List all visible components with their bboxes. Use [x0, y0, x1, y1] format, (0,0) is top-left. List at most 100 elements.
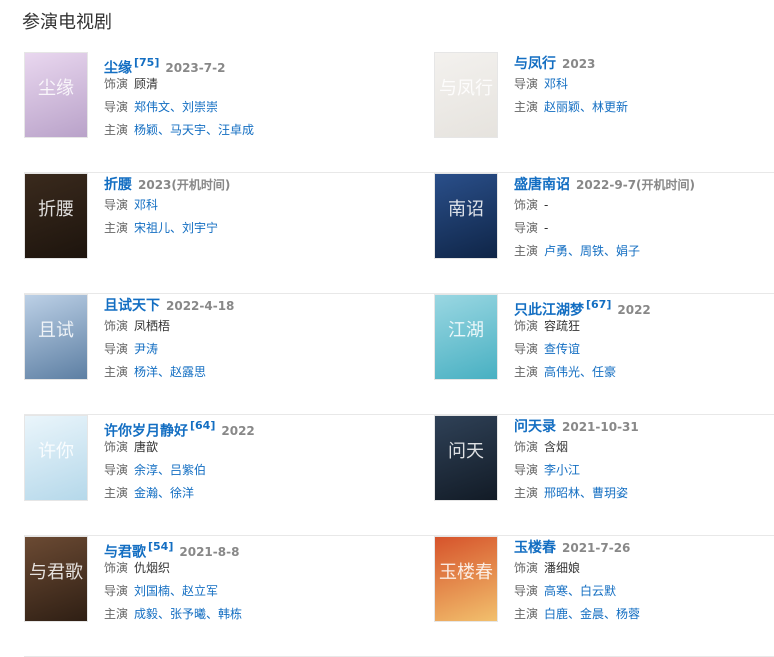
- cast-value[interactable]: 杨洋、赵露思: [134, 365, 206, 379]
- drama-title-link[interactable]: 且试天下: [104, 298, 160, 314]
- cast-value[interactable]: 高伟光、任豪: [544, 365, 616, 379]
- role-value: 容疏狂: [544, 319, 581, 333]
- drama-row: 与君歌 与君歌 [54] 2021-8-8 饰演 仇烟织 导演 刘国楠、赵立军 主演 成毅、张予曦…: [24, 536, 774, 657]
- director-value[interactable]: 查传谊: [544, 342, 580, 356]
- meta-label: 导演: [104, 463, 129, 477]
- drama-date: 2023: [562, 57, 596, 71]
- drama-info: 只此江湖梦 [67] 2022 饰演 容疏狂 导演 查传谊 主演 高伟光、任豪: [514, 294, 774, 384]
- director-value[interactable]: 尹涛: [134, 342, 158, 356]
- director-line: 导演 查传谊: [514, 338, 774, 361]
- poster-lettering: 尘缘: [38, 78, 74, 99]
- drama-title-line: 折腰 2023(开机时间): [104, 174, 404, 194]
- director-value[interactable]: 余淳、吕紫伯: [134, 463, 206, 477]
- director-value[interactable]: 李小江: [544, 463, 580, 477]
- citation-link[interactable]: [75]: [134, 56, 159, 69]
- meta-label: 导演: [104, 100, 129, 114]
- drama-card: 许你 许你岁月静好 [64] 2022 饰演 唐歆 导演 余淳、吕紫伯 主演 金瀚、徐洋: [24, 415, 354, 505]
- drama-card: 南诏 盛唐南诏 2022-9-7(开机时间) 饰演 - 导演 - 主演 卢勇、周铁、娟子: [434, 173, 764, 263]
- drama-poster[interactable]: 折腰: [24, 173, 88, 259]
- role-value: 顾清: [134, 77, 159, 91]
- poster-lettering: 江湖: [448, 320, 484, 341]
- poster-lettering: 与凤行: [439, 78, 493, 99]
- cast-value[interactable]: 成毅、张予曦、韩栋: [134, 607, 242, 621]
- poster-lettering: 且试: [38, 320, 74, 341]
- drama-info: 尘缘 [75] 2023-7-2 饰演 顾清 导演 郑伟文、刘崇崇 主演 杨颖、马天宇、汪卓成: [104, 52, 404, 142]
- role-line: 饰演 顾清: [104, 73, 404, 96]
- drama-row: 尘缘 尘缘 [75] 2023-7-2 饰演 顾清 导演 郑伟文、刘崇崇 主演 杨颖、马天宇、汪卓…: [24, 52, 774, 173]
- role-value: 凤栖梧: [134, 319, 171, 333]
- poster-lettering: 玉楼春: [439, 562, 493, 583]
- drama-poster[interactable]: 与君歌: [24, 536, 88, 622]
- cast-value[interactable]: 金瀚、徐洋: [134, 486, 194, 500]
- director-line: 导演 高寒、白云默: [514, 580, 774, 603]
- cast-value[interactable]: 邢昭林、曹玥姿: [544, 486, 628, 500]
- drama-poster[interactable]: 许你: [24, 415, 88, 501]
- drama-poster[interactable]: 江湖: [434, 294, 498, 380]
- drama-card: 折腰 折腰 2023(开机时间) 导演 邓科 主演 宋祖儿、刘宇宁: [24, 173, 354, 263]
- cast-line: 主演 白鹿、金晨、杨蓉: [514, 603, 774, 626]
- drama-info: 与凤行 2023 导演 邓科 主演 赵丽颖、林更新: [514, 52, 774, 119]
- meta-label: 饰演: [104, 440, 129, 454]
- drama-date: 2021-8-8: [179, 545, 240, 560]
- director-line: 导演 邓科: [514, 73, 774, 96]
- citation-link[interactable]: [54]: [148, 540, 173, 553]
- drama-poster[interactable]: 南诏: [434, 173, 498, 259]
- meta-label: 饰演: [514, 440, 539, 454]
- cast-line: 主演 成毅、张予曦、韩栋: [104, 603, 404, 626]
- drama-poster[interactable]: 且试: [24, 294, 88, 380]
- director-value[interactable]: 邓科: [134, 198, 158, 212]
- drama-title-link[interactable]: 玉楼春: [514, 540, 556, 556]
- director-value: -: [544, 221, 549, 235]
- drama-title-line: 问天录 2021-10-31: [514, 416, 774, 436]
- role-line: 饰演 -: [514, 194, 774, 217]
- citation-link[interactable]: [64]: [190, 419, 215, 432]
- cast-value[interactable]: 赵丽颖、林更新: [544, 100, 628, 114]
- meta-label: 主演: [514, 244, 539, 258]
- cast-value[interactable]: 宋祖儿、刘宇宁: [134, 221, 218, 235]
- director-value[interactable]: 邓科: [544, 77, 568, 91]
- role-line: 饰演 仇烟织: [104, 557, 404, 580]
- director-value[interactable]: 高寒、白云默: [544, 584, 616, 598]
- cast-line: 主演 杨颖、马天宇、汪卓成: [104, 119, 404, 142]
- cast-value[interactable]: 杨颖、马天宇、汪卓成: [134, 123, 254, 137]
- cast-line: 主演 卢勇、周铁、娟子: [514, 240, 774, 263]
- meta-label: 导演: [104, 198, 129, 212]
- meta-label: 导演: [514, 77, 539, 91]
- drama-poster[interactable]: 与凤行: [434, 52, 498, 138]
- cast-line: 主演 赵丽颖、林更新: [514, 96, 774, 119]
- meta-label: 饰演: [514, 319, 539, 333]
- citation-link[interactable]: [67]: [586, 298, 611, 311]
- cast-value[interactable]: 卢勇、周铁、娟子: [544, 244, 640, 258]
- director-line: 导演 -: [514, 217, 774, 240]
- director-value[interactable]: 郑伟文、刘崇崇: [134, 100, 218, 114]
- meta-label: 主演: [514, 486, 539, 500]
- meta-label: 导演: [514, 221, 539, 235]
- drama-poster[interactable]: 玉楼春: [434, 536, 498, 622]
- director-value[interactable]: 刘国楠、赵立军: [134, 584, 218, 598]
- drama-info: 折腰 2023(开机时间) 导演 邓科 主演 宋祖儿、刘宇宁: [104, 173, 404, 240]
- meta-label: 饰演: [104, 319, 129, 333]
- director-line: 导演 邓科: [104, 194, 404, 217]
- role-value: -: [544, 198, 549, 212]
- poster-lettering: 问天: [448, 441, 484, 462]
- cast-line: 主演 高伟光、任豪: [514, 361, 774, 384]
- role-line: 饰演 潘细娘: [514, 557, 774, 580]
- role-line: 饰演 凤栖梧: [104, 315, 404, 338]
- meta-label: 主演: [104, 221, 129, 235]
- drama-date: 2022-9-7(开机时间): [576, 178, 696, 192]
- drama-title-link[interactable]: 问天录: [514, 419, 556, 435]
- drama-title-link[interactable]: 折腰: [104, 177, 132, 193]
- cast-value[interactable]: 白鹿、金晨、杨蓉: [544, 607, 640, 621]
- drama-date: 2022: [221, 424, 255, 439]
- drama-date: 2022-4-18: [166, 299, 235, 313]
- poster-lettering: 许你: [38, 441, 74, 462]
- drama-title-link[interactable]: 与凤行: [514, 56, 556, 72]
- drama-poster[interactable]: 尘缘: [24, 52, 88, 138]
- meta-label: 导演: [514, 342, 539, 356]
- meta-label: 主演: [514, 100, 539, 114]
- poster-lettering: 与君歌: [29, 562, 83, 583]
- drama-row: 且试 且试天下 2022-4-18 饰演 凤栖梧 导演 尹涛 主演 杨洋、赵露思 江湖 只此江湖梦[…: [24, 294, 774, 415]
- director-line: 导演 尹涛: [104, 338, 404, 361]
- drama-poster[interactable]: 问天: [434, 415, 498, 501]
- drama-title-link[interactable]: 盛唐南诏: [514, 177, 570, 193]
